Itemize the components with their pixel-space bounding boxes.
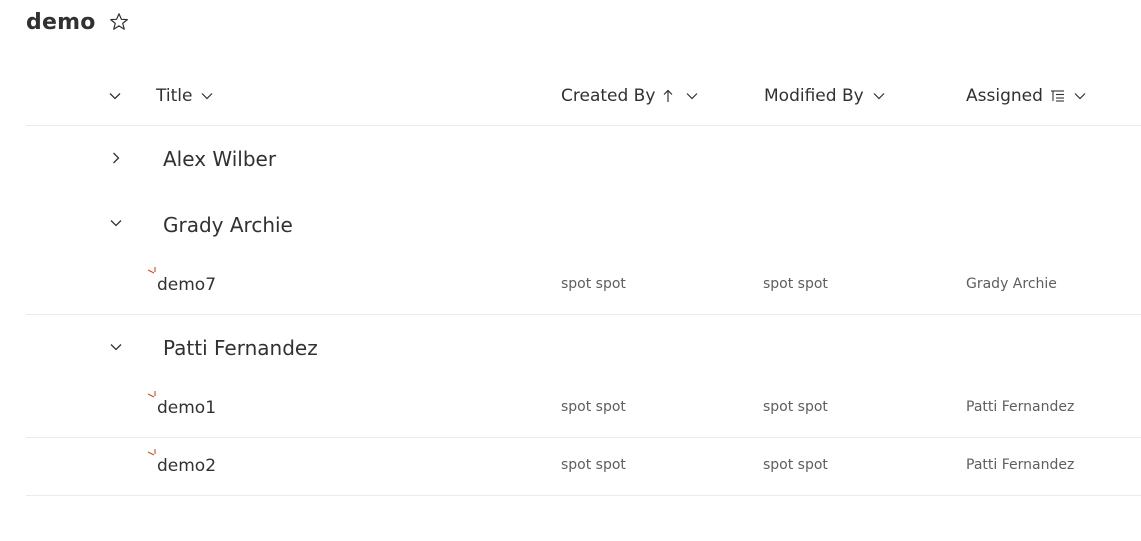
page-header: demo [26, 6, 130, 38]
chevron-down-icon [870, 87, 888, 105]
chevron-down-icon [110, 344, 122, 351]
group-header-name: Alex Wilber [163, 147, 277, 171]
row-divider [26, 437, 1141, 438]
row-divider [26, 495, 1141, 496]
column-header-title[interactable]: Title [156, 78, 216, 114]
favorite-star-icon[interactable] [108, 11, 130, 33]
group-header-name: Grady Archie [163, 213, 293, 237]
chevron-down-icon [110, 220, 122, 227]
chevron-down-icon [198, 87, 216, 105]
header-divider [26, 125, 1141, 126]
item-title-link[interactable]: demo2 [157, 454, 216, 478]
cell-created-by[interactable]: spot spot [561, 274, 626, 294]
cell-created-by[interactable]: spot spot [561, 397, 626, 417]
group-header-name: Patti Fernandez [163, 336, 318, 360]
sort-ascending-arrow-icon [659, 87, 677, 105]
group-collapse-button[interactable] [106, 337, 126, 357]
chevron-down-icon [1071, 87, 1089, 105]
chevron-right-icon [113, 152, 120, 164]
cell-assigned[interactable]: Grady Archie [966, 274, 1057, 294]
group-expand-button[interactable] [106, 148, 126, 168]
group-collapse-button[interactable] [106, 213, 126, 233]
cell-assigned[interactable]: Patti Fernandez [966, 397, 1074, 417]
collapse-all-groups-button[interactable] [106, 78, 124, 114]
column-header-title-label: Title [156, 86, 193, 106]
item-title-link[interactable]: demo7 [157, 273, 216, 297]
column-header-assigned-label: Assigned [966, 86, 1043, 106]
group-by-icon [1049, 87, 1067, 105]
cell-assigned[interactable]: Patti Fernandez [966, 455, 1074, 475]
column-header-assigned[interactable]: Assigned [966, 78, 1089, 114]
cell-created-by[interactable]: spot spot [561, 455, 626, 475]
cell-modified-by[interactable]: spot spot [763, 455, 828, 475]
column-header-modified-by[interactable]: Modified By [764, 78, 888, 114]
column-header-modified-by-label: Modified By [764, 86, 864, 106]
column-header-created-by[interactable]: Created By [561, 78, 701, 114]
chevron-down-icon [683, 87, 701, 105]
cell-modified-by[interactable]: spot spot [763, 397, 828, 417]
column-header-created-by-label: Created By [561, 86, 656, 106]
cell-modified-by[interactable]: spot spot [763, 274, 828, 294]
page-title: demo [26, 9, 96, 35]
item-title-link[interactable]: demo1 [157, 396, 216, 420]
chevron-down-icon [106, 87, 124, 105]
row-divider [26, 314, 1141, 315]
